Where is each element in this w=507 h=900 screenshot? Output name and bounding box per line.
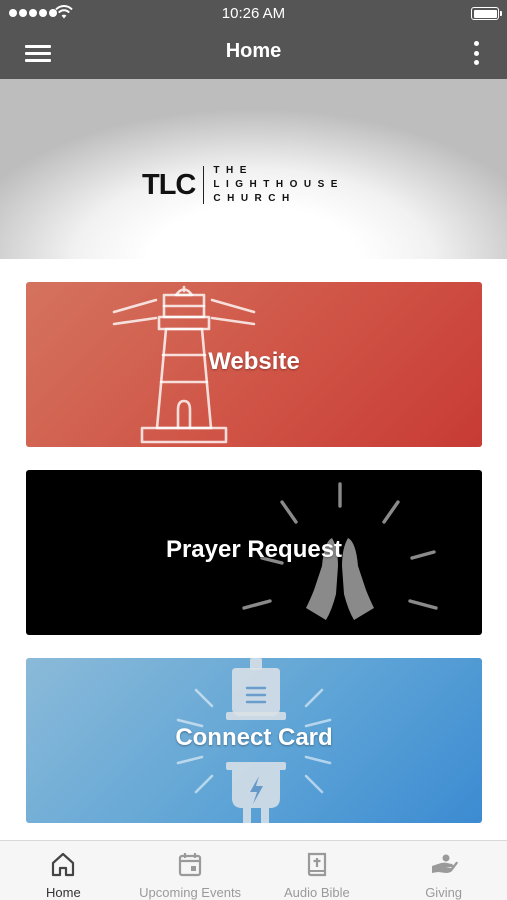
page-title: Home: [225, 40, 282, 62]
status-bar: 10:26 AM: [0, 0, 507, 27]
connect-card-card[interactable]: Connect Card: [26, 658, 482, 823]
church-logo: TLC THE LIGHTHOUSE CHURCH: [142, 164, 344, 206]
card-label: Connect Card: [175, 724, 333, 751]
tab-label: Giving: [425, 885, 463, 900]
logo-line: CHURCH: [213, 193, 296, 204]
giving-hand-icon: [431, 854, 458, 873]
tab-label: Home: [46, 885, 81, 900]
tab-upcoming-events[interactable]: Upcoming Events: [127, 841, 254, 900]
tab-home[interactable]: Home: [0, 841, 127, 900]
hero-banner: TLC THE LIGHTHOUSE CHURCH: [0, 79, 507, 259]
tab-label: Audio Bible: [283, 885, 350, 900]
bible-icon: [307, 852, 326, 877]
more-vertical-icon[interactable]: [469, 39, 483, 67]
battery-icon: [471, 7, 502, 20]
website-card[interactable]: Website: [26, 282, 482, 447]
tab-giving[interactable]: Giving: [380, 841, 507, 900]
card-label: Website: [208, 348, 300, 375]
calendar-icon: [179, 853, 202, 877]
bottom-tab-bar: Home Upcoming Events Audio Bible Giving: [0, 840, 507, 900]
tab-label: Upcoming Events: [139, 885, 242, 900]
card-label: Prayer Request: [165, 536, 343, 563]
home-icon: [52, 852, 75, 877]
tab-audio-bible[interactable]: Audio Bible: [254, 841, 381, 900]
logo-divider: [203, 166, 205, 204]
logo-line: LIGHTHOUSE: [213, 179, 344, 190]
prayer-request-card[interactable]: Prayer Request: [26, 470, 482, 635]
logo-wordmark: THE LIGHTHOUSE CHURCH: [213, 164, 344, 206]
logo-line: THE: [213, 165, 253, 176]
logo-mark: TLC: [142, 168, 196, 201]
app-bar: Home: [0, 27, 507, 79]
status-time: 10:26 AM: [221, 5, 286, 22]
